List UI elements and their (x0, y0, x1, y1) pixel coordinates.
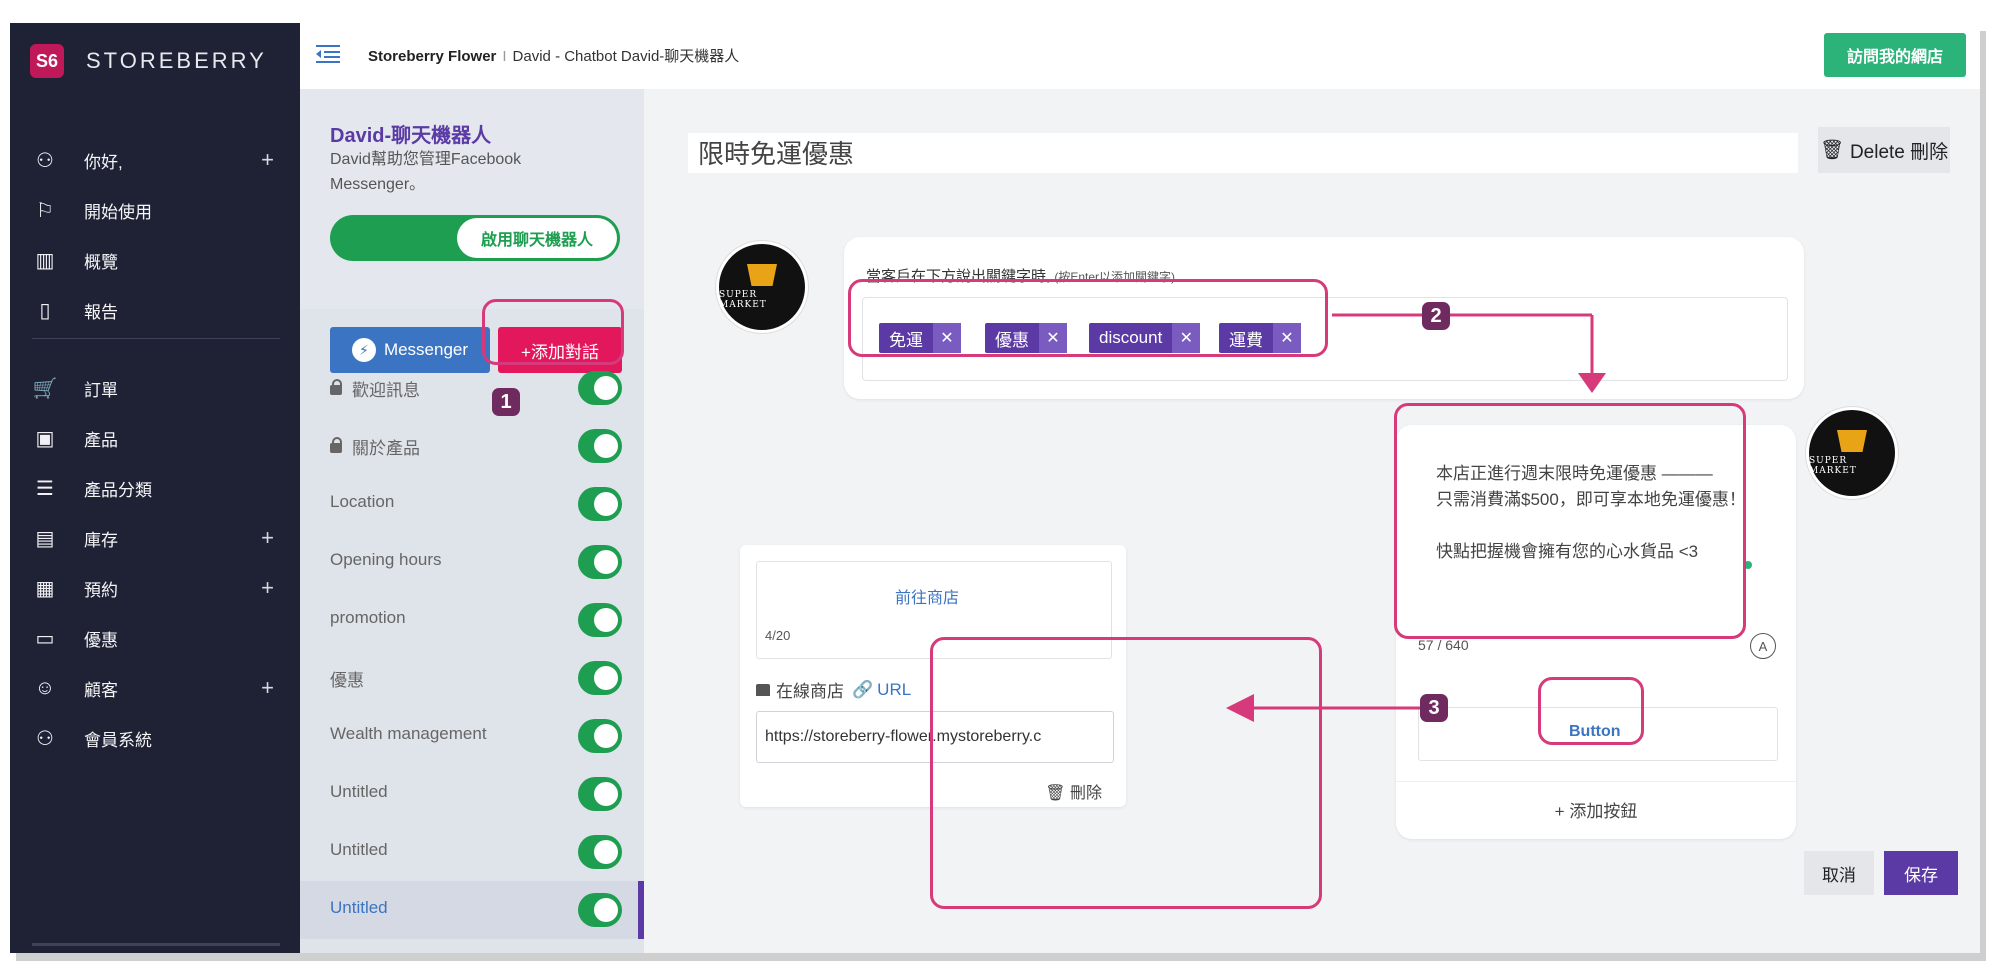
highlight-message (1394, 403, 1746, 639)
highlight-button (1538, 677, 1644, 745)
step-badge-2: 2 (1422, 302, 1450, 330)
highlight-add-conversation (482, 299, 624, 365)
step-badge-1: 1 (492, 388, 520, 416)
arrow-head-2 (1578, 373, 1606, 393)
highlight-keywords (848, 279, 1328, 357)
highlight-link-card (930, 637, 1322, 909)
app-window: S6 STOREBERRY ⚇ 你好, + ⚐ 開始使用 ▥ 概覽 ▯ 報告 🛒… (10, 23, 1980, 953)
step-badge-3: 3 (1420, 694, 1448, 722)
